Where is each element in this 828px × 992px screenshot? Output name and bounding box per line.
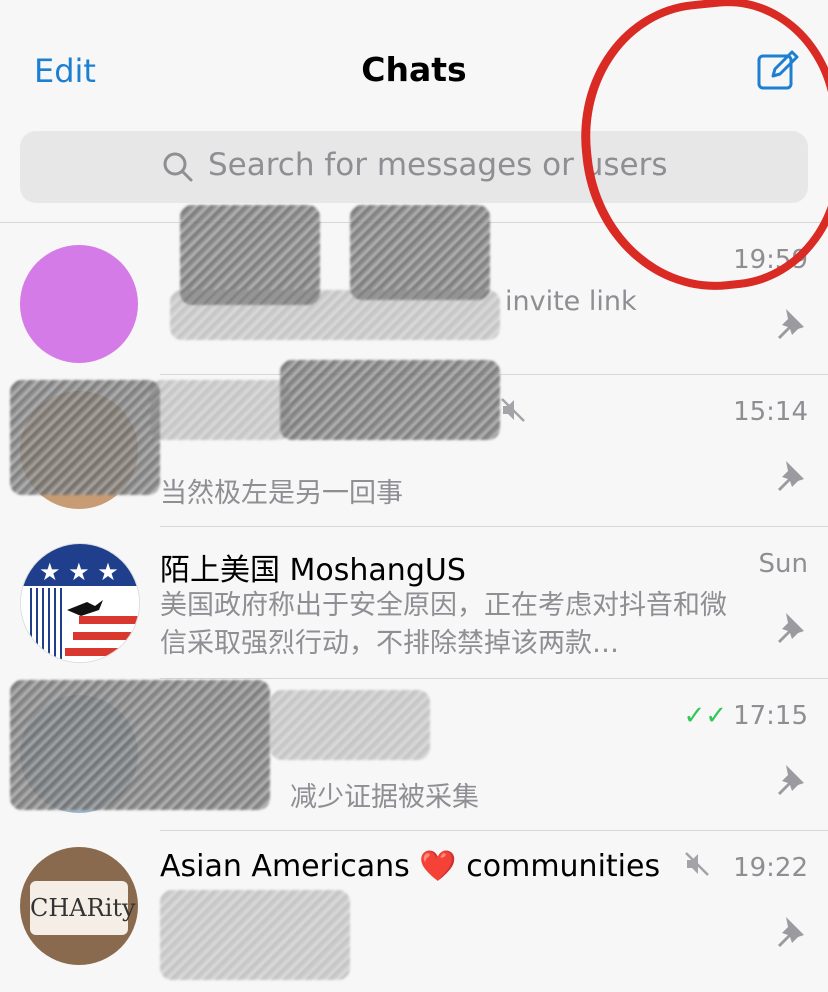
redaction-scribble: [280, 360, 500, 440]
pin-icon: [772, 913, 808, 949]
pin-icon: [772, 457, 808, 493]
chat-time: 19:22: [733, 853, 808, 883]
chat-name: 陌上美国 MoshangUS: [160, 553, 466, 588]
chat-preview: 减少证据被采集: [290, 782, 479, 813]
pin-icon: [772, 761, 808, 797]
redaction-scribble: [150, 380, 290, 440]
chat-row[interactable]: CHARity Asian Americans ❤️ communities 1…: [0, 831, 828, 983]
chat-time: ✓✓ 17:15: [683, 701, 808, 731]
chat-preview: 美国政府称出于安全原因，正在考虑对抖音和微信采取强烈行动，不排除禁掉该两款…: [160, 590, 727, 659]
chat-preview: 当然极左是另一回事: [160, 478, 403, 509]
svg-text:★ ★ ★: ★ ★ ★: [39, 558, 119, 586]
charity-label: CHARity: [30, 881, 136, 935]
pin-icon: [772, 609, 808, 645]
avatar: CHARity: [20, 847, 138, 965]
search-icon: [162, 151, 194, 183]
mute-icon: [684, 850, 710, 885]
chat-time: 15:14: [733, 397, 808, 427]
mute-icon: [500, 396, 526, 431]
redaction-scribble: [350, 205, 490, 300]
chat-name: Asian Americans ❤️ communities: [160, 849, 710, 885]
pin-icon: [772, 305, 808, 341]
redaction-scribble: [10, 680, 270, 810]
read-check-icon: ✓✓: [683, 701, 728, 731]
redaction-scribble: [10, 380, 160, 495]
redaction-scribble: [270, 690, 430, 760]
avatar: ★ ★ ★: [20, 543, 140, 663]
chat-row[interactable]: ★ ★ ★ 陌上美国 MoshangUS Sun 美国政府称出于安全原因，正在考…: [0, 527, 828, 679]
redaction-scribble: [170, 290, 500, 340]
redaction-scribble: [160, 890, 350, 980]
chat-time: Sun: [758, 549, 808, 579]
avatar: [20, 245, 138, 363]
